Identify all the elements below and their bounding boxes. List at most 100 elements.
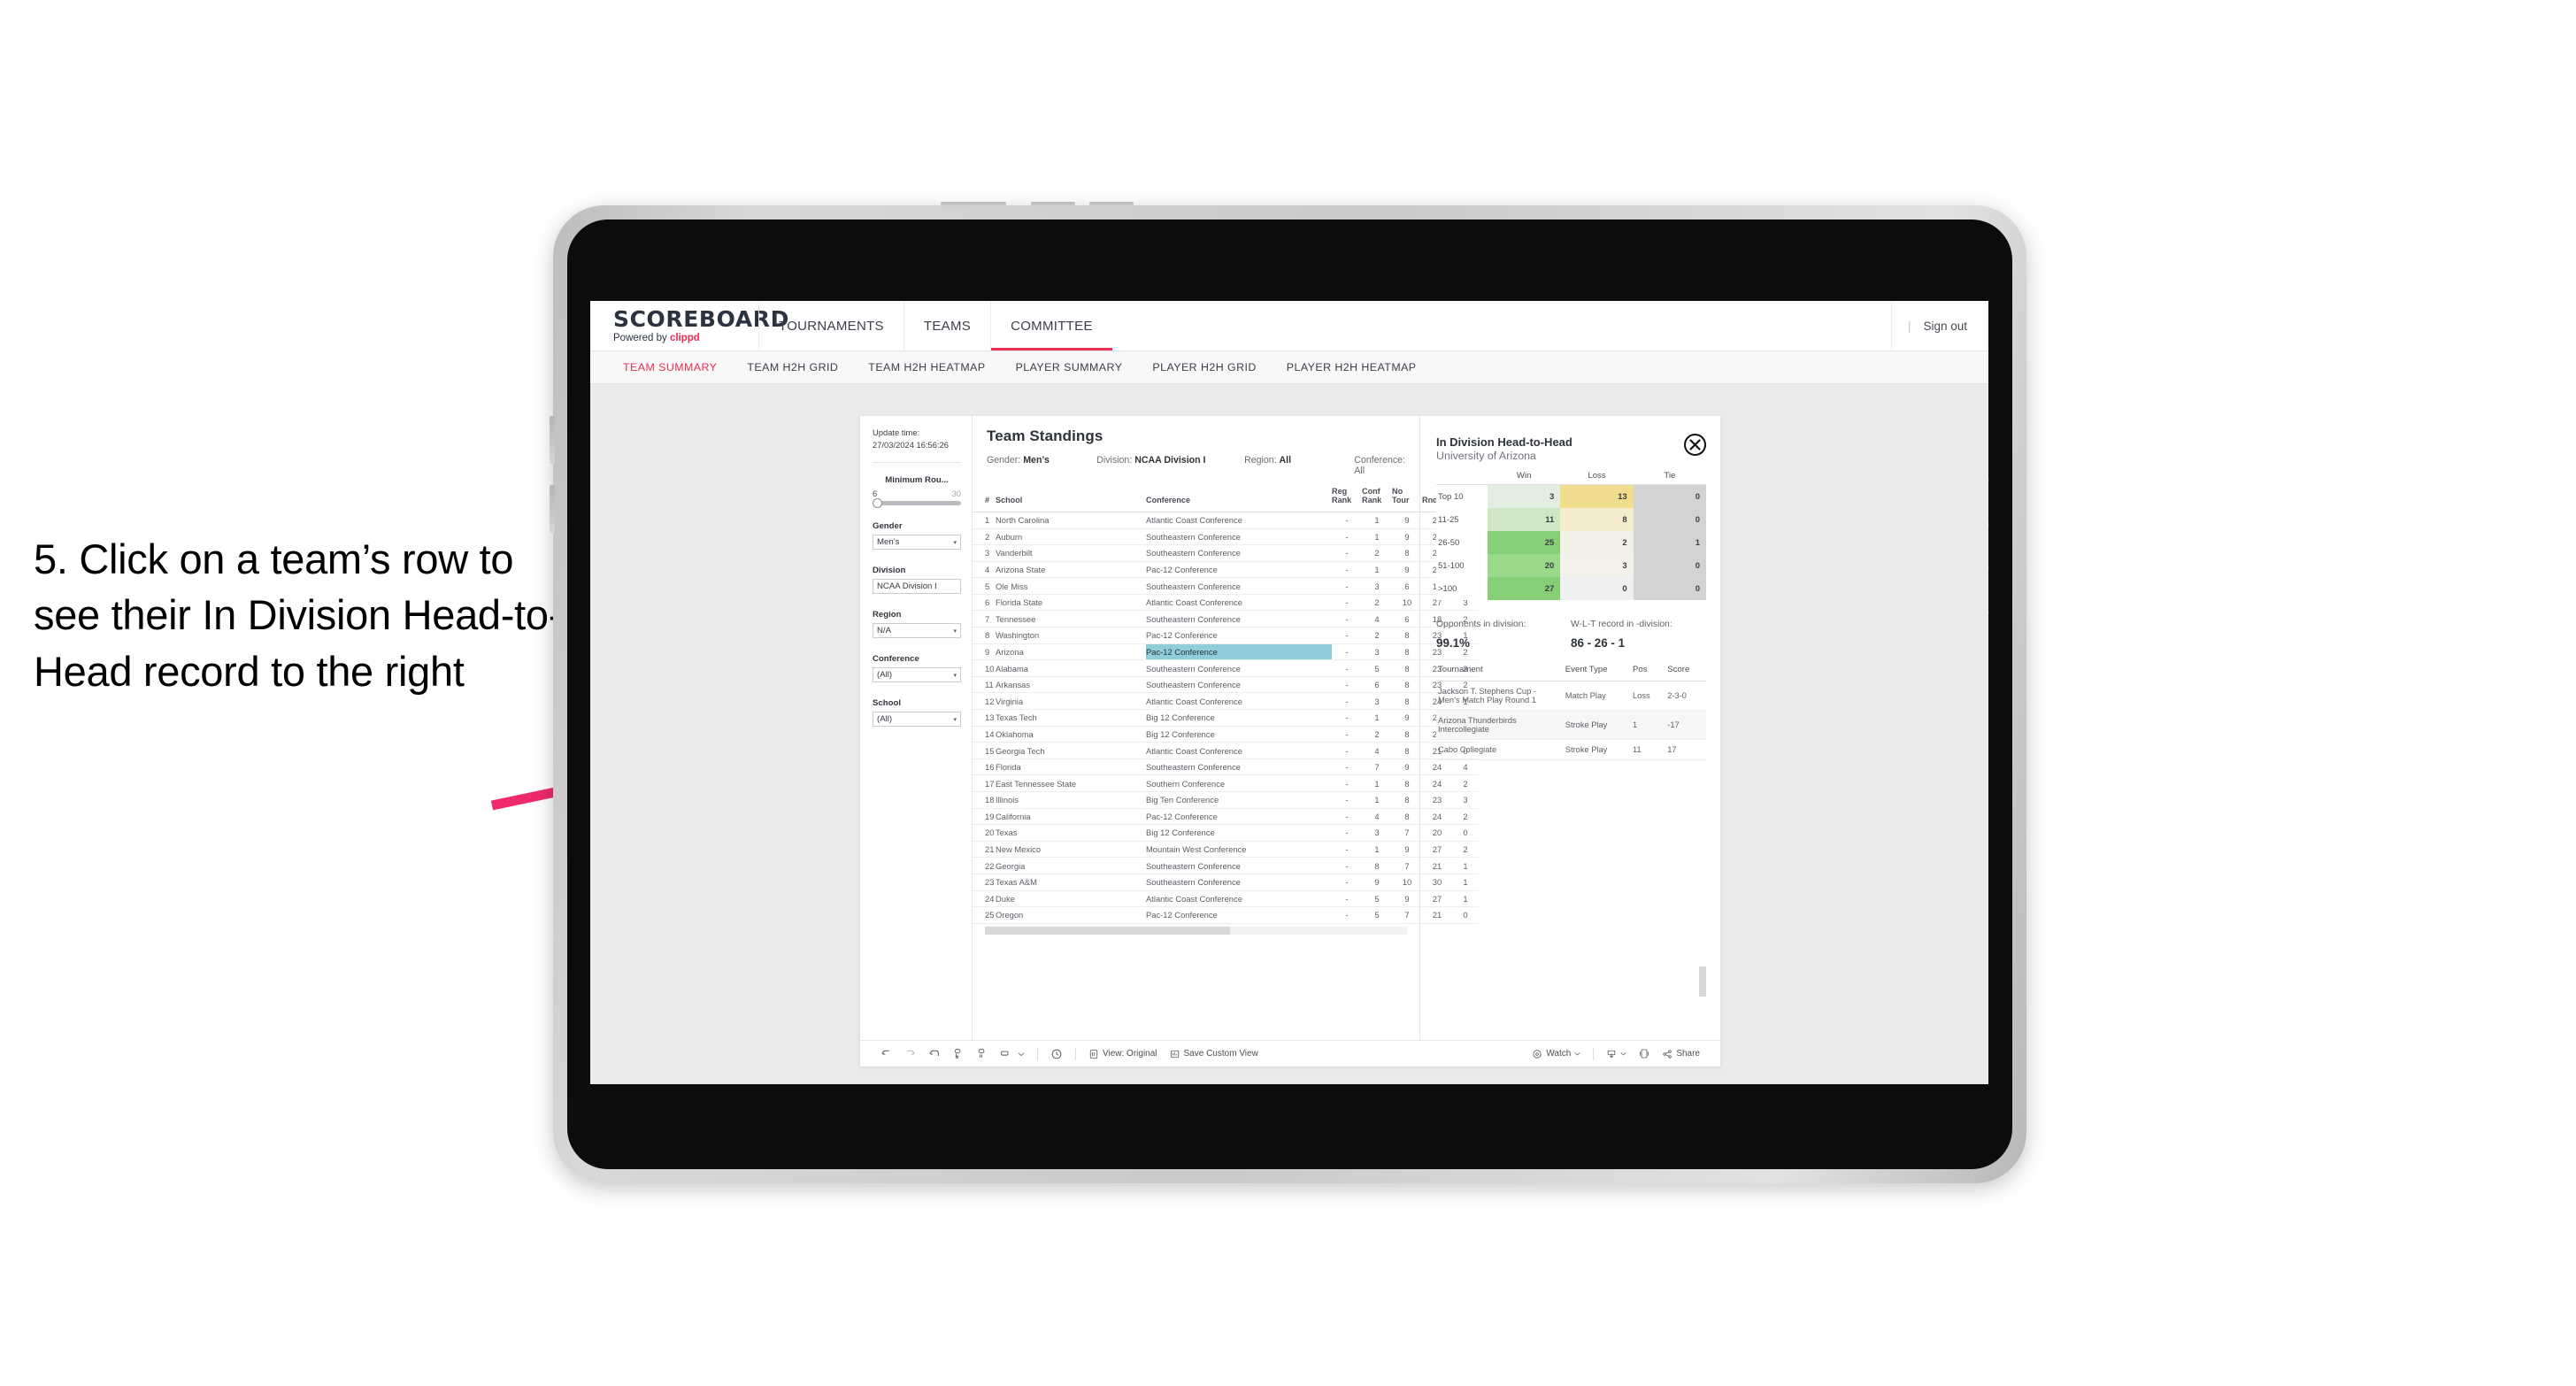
volume-up-button[interactable]: [1031, 202, 1075, 207]
topnav-item-tournaments[interactable]: TOURNAMENTS: [758, 301, 904, 350]
cell-reg-rank: -: [1332, 709, 1362, 727]
table-row[interactable]: 1 North Carolina Atlantic Coast Conference…: [973, 512, 1479, 529]
minimum-rounds-slider[interactable]: [873, 498, 961, 509]
rectangle-select-icon[interactable]: [994, 1048, 1018, 1059]
standings-horizontal-scrollbar[interactable]: [985, 926, 1407, 935]
table-row[interactable]: 11 Arkansas Southeastern Conference -6 8 23 2: [973, 676, 1479, 694]
watch-button[interactable]: Watch: [1526, 1049, 1587, 1059]
tournament-row[interactable]: Jackson T. Stephens Cup - Men’s Match Pl…: [1436, 681, 1706, 711]
table-row[interactable]: 14OklahomaBig 12 Conference-28242: [973, 726, 1479, 743]
division-select[interactable]: NCAA Division I: [873, 579, 961, 595]
table-row[interactable]: 12 Virginia Atlantic Coast Conference -3 8 24…: [973, 692, 1479, 711]
table-row[interactable]: 4Arizona StatePac-12 Conference-19261: [973, 561, 1479, 579]
tournament-row[interactable]: Arizona Thunderbirds Intercollegiate Stro…: [1436, 710, 1706, 740]
h2h-row: 11-25 11 8 0: [1436, 508, 1706, 531]
scrollbar-thumb[interactable]: [985, 926, 1230, 935]
filter-summary-conference: Conference: All: [1354, 455, 1405, 476]
chevron-down-icon[interactable]: [1018, 1051, 1031, 1058]
filter-school: School (All) ▾: [873, 698, 961, 728]
table-row[interactable]: 9 Arizona Pac-12 Conference -3 8 23 2: [973, 643, 1479, 661]
close-icon[interactable]: [1684, 434, 1706, 456]
subnav-item-team-summary[interactable]: TEAM SUMMARY: [608, 361, 732, 373]
revert-icon[interactable]: [922, 1048, 946, 1059]
table-row[interactable]: 10 Alabama Southeastern Conference -5 8 23 3: [973, 659, 1479, 677]
tournaments-table: Tournament Event Type Pos Score Jackson …: [1436, 665, 1706, 760]
table-row[interactable]: 8 Washington Pac-12 Conference -2 8 23 1: [973, 627, 1479, 644]
opponents-value: 99.1%: [1436, 636, 1470, 650]
cell-tournament-name: Arizona Thunderbirds Intercollegiate: [1436, 710, 1564, 740]
cell-rank: 7: [973, 610, 996, 628]
table-row[interactable]: 7 Tennessee Southeastern Conference -4 6 18 2: [973, 610, 1479, 628]
table-row[interactable]: 21 New Mexico Mountain West Conference -1 9 2…: [973, 841, 1479, 859]
subnav-item-team-h2h-heatmap[interactable]: TEAM H2H HEATMAP: [853, 361, 1000, 373]
undo-icon[interactable]: [874, 1048, 898, 1059]
cell-school: Washington: [996, 627, 1146, 644]
save-icon: [1170, 1049, 1180, 1059]
tournament-row[interactable]: Cabo Collegiate Stroke Play 11 17: [1436, 739, 1706, 760]
cell-no-tour: 8: [1392, 726, 1422, 743]
view-original-button[interactable]: View: Original: [1082, 1049, 1164, 1059]
minimum-rounds-slider-handle[interactable]: [873, 498, 882, 509]
h2h-win-cell: 3: [1488, 484, 1561, 508]
subnav-item-team-h2h-grid[interactable]: TEAM H2H GRID: [732, 361, 853, 373]
filter-summary-gender: Gender: Men’s: [987, 455, 1096, 476]
cell-no-tour: 9: [1392, 512, 1422, 529]
subnav-item-player-h2h-grid[interactable]: PLAYER H2H GRID: [1137, 361, 1271, 373]
cell-conference: Southeastern Conference: [1146, 544, 1332, 562]
cell-conference: Mountain West Conference: [1146, 841, 1332, 859]
table-row[interactable]: 22 Georgia Southeastern Conference -8 7 21 1: [973, 857, 1479, 874]
table-row[interactable]: 24 Duke Atlantic Coast Conference -5 9 27 1: [973, 890, 1479, 908]
conference-select[interactable]: (All) ▾: [873, 667, 961, 683]
gender-select[interactable]: Men’s ▾: [873, 535, 961, 551]
table-row[interactable]: 16 Florida Southeastern Conference -7 9 24 4: [973, 758, 1479, 776]
cell-conf-rank: 3: [1362, 577, 1392, 595]
power-button[interactable]: [941, 202, 1006, 207]
pause-icon[interactable]: [970, 1048, 994, 1059]
filter-summary-region-label: Region:: [1244, 455, 1280, 466]
tournaments-vertical-scrollbar[interactable]: [1699, 966, 1706, 997]
subnav-item-player-h2h-heatmap[interactable]: PLAYER H2H HEATMAP: [1272, 361, 1432, 373]
side-button-1[interactable]: [550, 416, 555, 464]
cell-school: Vanderbilt: [996, 544, 1146, 562]
topnav-item-committee[interactable]: COMMITTEE: [990, 301, 1112, 350]
table-row[interactable]: 15 Georgia Tech Atlantic Coast Conference -…: [973, 742, 1479, 759]
minimum-rounds-min: 6: [873, 489, 878, 499]
table-row[interactable]: 3VanderbiltSoutheastern Conference-28235: [973, 544, 1479, 562]
sign-out-link[interactable]: Sign out: [1923, 320, 1967, 333]
refresh-icon[interactable]: [946, 1048, 970, 1059]
school-select[interactable]: (All) ▾: [873, 712, 961, 728]
cell-conference: Southern Conference: [1146, 774, 1332, 792]
table-row[interactable]: 25 Oregon Pac-12 Conference -5 7 21 0: [973, 906, 1479, 924]
h2h-loss-cell: 13: [1560, 484, 1634, 508]
subnav-item-player-summary[interactable]: PLAYER SUMMARY: [1001, 361, 1138, 373]
col-rank: #: [973, 484, 996, 512]
redo-icon[interactable]: [898, 1048, 922, 1059]
table-row[interactable]: 2AuburnSoutheastern Conference-19276: [973, 528, 1479, 546]
powered-prefix: Powered by: [613, 333, 670, 343]
save-custom-view-button[interactable]: Save Custom View: [1164, 1049, 1265, 1059]
table-row[interactable]: 23 Texas A&M Southeastern Conference -9 10 30…: [973, 874, 1479, 891]
download-button[interactable]: [1600, 1049, 1633, 1059]
table-row[interactable]: 18 Illinois Big Ten Conference -1 8 23 3: [973, 791, 1479, 809]
region-select[interactable]: N/A ▾: [873, 623, 961, 639]
topnav-item-teams[interactable]: TEAMS: [903, 301, 990, 350]
gender-label: Gender: [873, 521, 903, 532]
volume-down-button[interactable]: [1089, 202, 1134, 207]
cell-conf-rank: 4: [1362, 742, 1392, 759]
history-icon[interactable]: [1044, 1048, 1069, 1060]
cell-conference: Southeastern Conference: [1146, 676, 1332, 694]
cell-tournament-name: Cabo Collegiate: [1436, 739, 1564, 760]
share-button[interactable]: Share: [1656, 1049, 1706, 1059]
table-row[interactable]: 17 East Tennessee State Southern Conferenc…: [973, 774, 1479, 792]
table-row[interactable]: 5Ole MissSoutheastern Conference-36181: [973, 577, 1479, 595]
cell-conf-rank: 2: [1362, 627, 1392, 644]
table-row[interactable]: 19 California Pac-12 Conference -4 8 24 2: [973, 808, 1479, 826]
cell-conf-rank: 1: [1362, 528, 1392, 546]
table-row[interactable]: 20 Texas Big 12 Conference -3 7 20 0: [973, 824, 1479, 842]
side-button-2[interactable]: [550, 485, 555, 533]
table-row[interactable]: 13Texas TechBig 12 Conference-19272: [973, 709, 1479, 727]
brand-logo[interactable]: SCOREBOARD Powered by clippd: [590, 301, 788, 350]
table-row[interactable]: 6 Florida State Atlantic Coast Conference -…: [973, 594, 1479, 612]
view-original-label: View: Original: [1103, 1049, 1157, 1059]
device-preview-icon[interactable]: [1633, 1048, 1656, 1059]
